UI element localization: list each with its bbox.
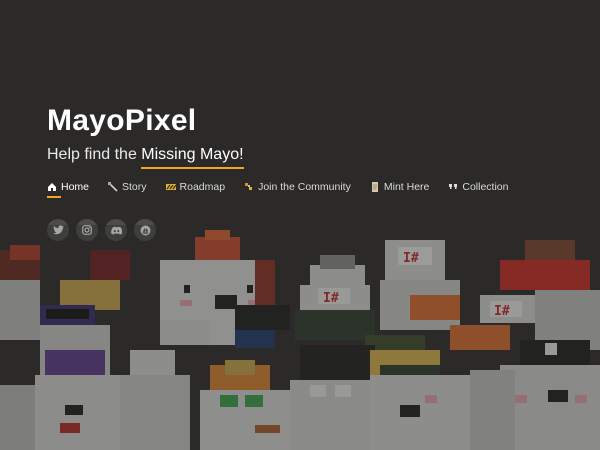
nav-item-mint[interactable]: Mint Here	[370, 181, 430, 197]
roadmap-icon	[165, 182, 176, 192]
mayo-characters-banner: I# I# I#	[0, 225, 600, 450]
nav-label: Roadmap	[179, 181, 226, 193]
nav-item-roadmap[interactable]: Roadmap	[165, 181, 226, 197]
hero-section: MayoPixel Help find the Missing Mayo! Ho…	[0, 0, 600, 450]
community-icon	[244, 182, 254, 192]
nav-item-community[interactable]: Join the Community	[244, 181, 351, 197]
main-nav: Home Story Roadmap Join the Community Mi…	[47, 181, 527, 198]
nav-item-collection[interactable]: Collection	[448, 181, 508, 197]
quill-icon	[108, 182, 118, 192]
nav-item-story[interactable]: Story	[108, 181, 147, 197]
nav-item-home[interactable]: Home	[47, 181, 90, 198]
nav-label: Home	[61, 181, 90, 193]
tagline-prefix: Help find the	[47, 146, 142, 163]
nav-label: Collection	[462, 181, 509, 193]
tagline: Help find the Missing Mayo!	[47, 146, 244, 169]
page-title: MayoPixel	[47, 104, 197, 137]
nav-label: Story	[122, 181, 147, 193]
quote-icon	[448, 182, 458, 192]
tagline-highlight: Missing Mayo!	[141, 146, 244, 169]
nav-label: Join the Community	[258, 181, 351, 193]
scroll-icon	[370, 182, 380, 192]
home-icon	[47, 182, 57, 192]
nav-label: Mint Here	[383, 181, 430, 193]
